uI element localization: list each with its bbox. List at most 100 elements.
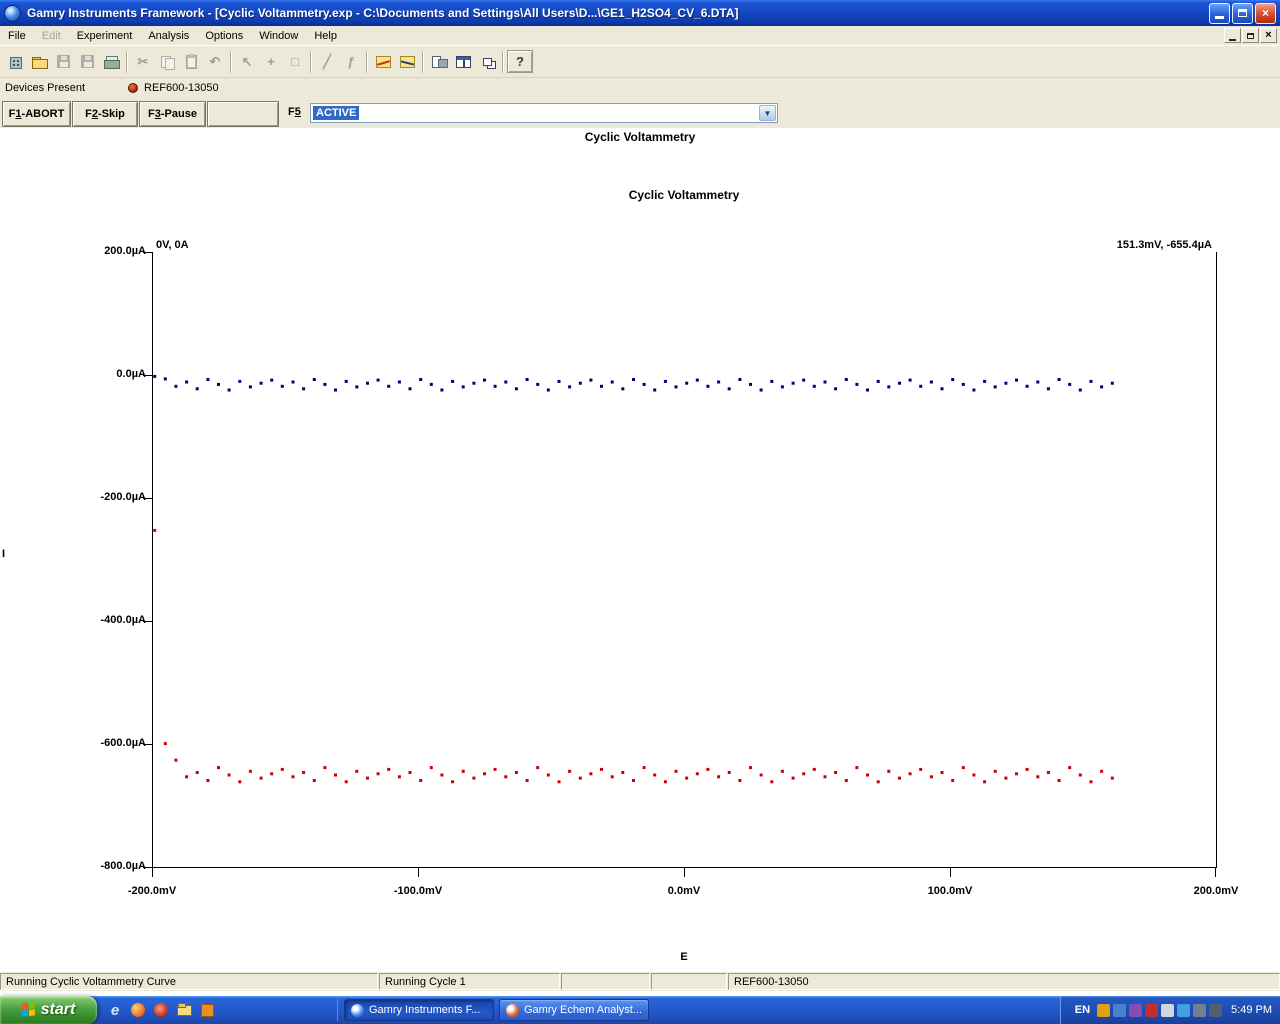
- f2-skip-button[interactable]: F2-Skip: [72, 101, 138, 127]
- cut-icon: ✂: [137, 53, 149, 69]
- chart-cursor-annotation: 151.3mV, -655.4µA: [1116, 239, 1212, 251]
- mdi-restore-icon: [1247, 32, 1254, 39]
- select-region-button[interactable]: +: [259, 50, 283, 73]
- mdi-minimize-icon: [1229, 38, 1236, 41]
- chart-start-annotation: 0V, 0A: [156, 239, 189, 251]
- x-tick-label: 200.0mV: [1193, 885, 1239, 897]
- y-tick-label: 200.0µA: [104, 245, 146, 257]
- paste-button[interactable]: [179, 50, 203, 73]
- help-icon: ?: [516, 53, 524, 69]
- curve-chart-icon: [399, 55, 415, 68]
- taskbar-clock: 5:49 PM: [1231, 1004, 1272, 1016]
- app-shortcut-icon[interactable]: [197, 1000, 217, 1020]
- x-tick-label: -200.0mV: [127, 885, 177, 897]
- messenger-icon[interactable]: [1113, 1003, 1127, 1017]
- menu-file[interactable]: File: [0, 27, 34, 45]
- print-button[interactable]: [99, 50, 123, 73]
- toolbar: ✂ ↶ ↖ + □ ╱ ƒ ?: [0, 46, 1280, 78]
- copy-button[interactable]: [155, 50, 179, 73]
- browser-icon[interactable]: [151, 1000, 171, 1020]
- gamry-echem-analyst-icon: [506, 1003, 519, 1017]
- print-preview-button[interactable]: [427, 50, 451, 73]
- function-button[interactable]: ƒ: [339, 50, 363, 73]
- security-center-icon[interactable]: [1097, 1003, 1111, 1017]
- close-button[interactable]: ×: [1255, 2, 1276, 24]
- menu-options[interactable]: Options: [197, 27, 251, 45]
- y-tick: [143, 252, 152, 253]
- line-tool-button[interactable]: ╱: [315, 50, 339, 73]
- cascade-windows-button[interactable]: [475, 50, 499, 73]
- select-pointer-button[interactable]: ↖: [235, 50, 259, 73]
- folder-shortcut-icon[interactable]: [174, 1000, 194, 1020]
- print-icon: [103, 54, 120, 70]
- volume-icon[interactable]: [1193, 1003, 1207, 1017]
- title-bar: Gamry Instruments Framework - [Cyclic Vo…: [0, 0, 1280, 26]
- x-tick: [152, 867, 153, 877]
- menu-experiment[interactable]: Experiment: [69, 27, 141, 45]
- f1-abort-button[interactable]: F1-ABORT: [2, 101, 71, 127]
- curve-chart-button[interactable]: [395, 50, 419, 73]
- combobox-dropdown-button[interactable]: ▼: [759, 105, 776, 121]
- mdi-restore-button[interactable]: [1242, 28, 1259, 43]
- system-tray: EN 5:49 PM: [1059, 996, 1280, 1024]
- firefox-icon[interactable]: [128, 1000, 148, 1020]
- status-empty: [561, 973, 650, 990]
- graphics-utility-icon[interactable]: [1129, 1003, 1143, 1017]
- menu-window[interactable]: Window: [251, 27, 306, 45]
- taskbar: start e Gamry Instruments F... Gamry Ech…: [0, 996, 1280, 1024]
- update-icon[interactable]: [1177, 1003, 1191, 1017]
- device-name: REF600-13050: [144, 82, 219, 94]
- save-icon: [56, 55, 70, 68]
- open-icon: [31, 54, 48, 70]
- instrument-button[interactable]: [3, 50, 27, 73]
- open-button[interactable]: [27, 50, 51, 73]
- x-tick: [1215, 867, 1216, 877]
- y-tick: [143, 621, 152, 622]
- analyst-chart-button[interactable]: [371, 50, 395, 73]
- x-tick: [950, 867, 951, 877]
- y-tick-label: -200.0µA: [100, 491, 146, 503]
- devices-present-label: Devices Present: [5, 82, 86, 94]
- menu-analysis[interactable]: Analysis: [140, 27, 197, 45]
- usb-device-icon[interactable]: [1209, 1003, 1223, 1017]
- save-button[interactable]: [51, 50, 75, 73]
- menu-help[interactable]: Help: [306, 27, 345, 45]
- device-status-icon: [128, 83, 138, 93]
- f5-combobox[interactable]: ACTIVE ▼: [310, 103, 778, 123]
- help-button[interactable]: ?: [507, 50, 533, 73]
- y-tick: [143, 867, 152, 868]
- status-message: Running Cyclic Voltammetry Curve: [0, 973, 378, 990]
- network-icon[interactable]: [1161, 1003, 1175, 1017]
- y-tick-label: -600.0µA: [100, 737, 146, 749]
- y-tick-label: -400.0µA: [100, 614, 146, 626]
- combobox-selected-value: ACTIVE: [313, 106, 360, 120]
- mdi-close-button[interactable]: ×: [1260, 28, 1277, 43]
- x-tick-label: -100.0mV: [393, 885, 443, 897]
- experiment-heading: Cyclic Voltammetry: [584, 130, 696, 144]
- split-window-button[interactable]: [451, 50, 475, 73]
- quick-launch: e: [105, 1000, 217, 1020]
- antivirus-icon[interactable]: [1145, 1003, 1159, 1017]
- f4-blank-button[interactable]: [207, 101, 279, 127]
- save-as-button[interactable]: [75, 50, 99, 73]
- internet-explorer-icon[interactable]: e: [105, 1000, 125, 1020]
- f3-pause-button[interactable]: F3-Pause: [139, 101, 206, 127]
- function-icon: ƒ: [347, 53, 355, 69]
- deselect-button[interactable]: □: [283, 50, 307, 73]
- task-button-gamry-echem-analyst[interactable]: Gamry Echem Analyst...: [499, 999, 649, 1021]
- minimize-button[interactable]: [1209, 2, 1230, 24]
- task-button-gamry-framework[interactable]: Gamry Instruments F...: [344, 999, 494, 1021]
- x-tick: [684, 867, 685, 877]
- copy-icon: [159, 54, 175, 70]
- mdi-minimize-button[interactable]: [1224, 28, 1241, 43]
- start-button[interactable]: start: [0, 996, 97, 1024]
- undo-button[interactable]: ↶: [203, 50, 227, 73]
- y-tick: [143, 744, 152, 745]
- y-axis-label: I: [2, 548, 6, 560]
- chevron-down-icon: ▼: [763, 108, 772, 118]
- restore-button[interactable]: [1232, 2, 1253, 24]
- language-indicator[interactable]: EN: [1071, 1004, 1094, 1016]
- menu-edit[interactable]: Edit: [34, 27, 69, 45]
- cut-button[interactable]: ✂: [131, 50, 155, 73]
- taskbar-separator: [337, 999, 338, 1021]
